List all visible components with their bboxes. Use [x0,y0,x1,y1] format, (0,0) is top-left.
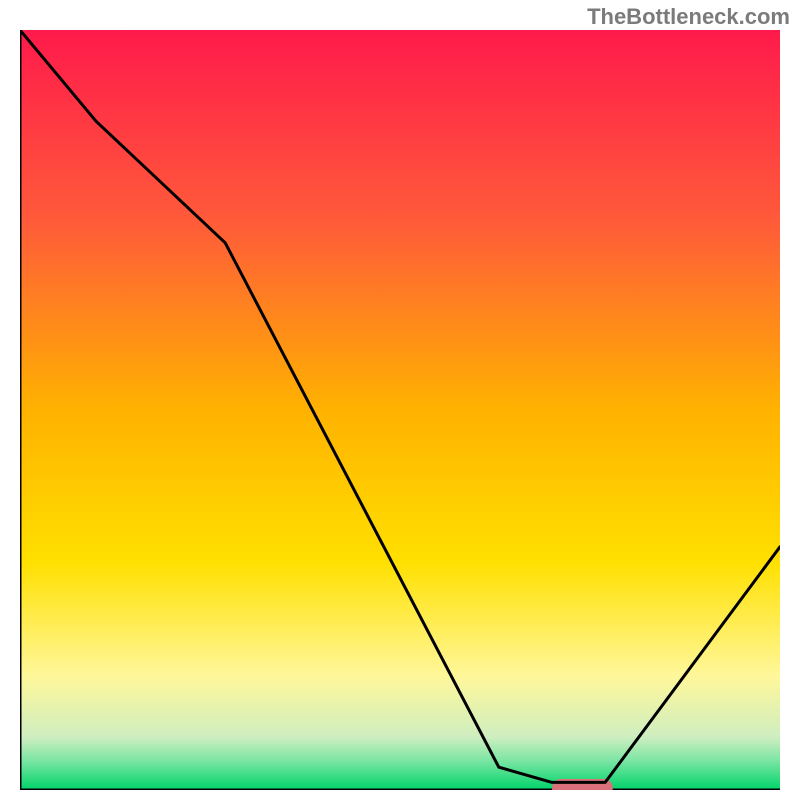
bottleneck-chart: TheBottleneck.com [0,0,800,800]
gradient-background [20,30,780,790]
plot-svg [20,30,780,790]
plot-area [20,30,780,790]
watermark-label: TheBottleneck.com [587,4,790,30]
optimum-marker [552,779,613,790]
